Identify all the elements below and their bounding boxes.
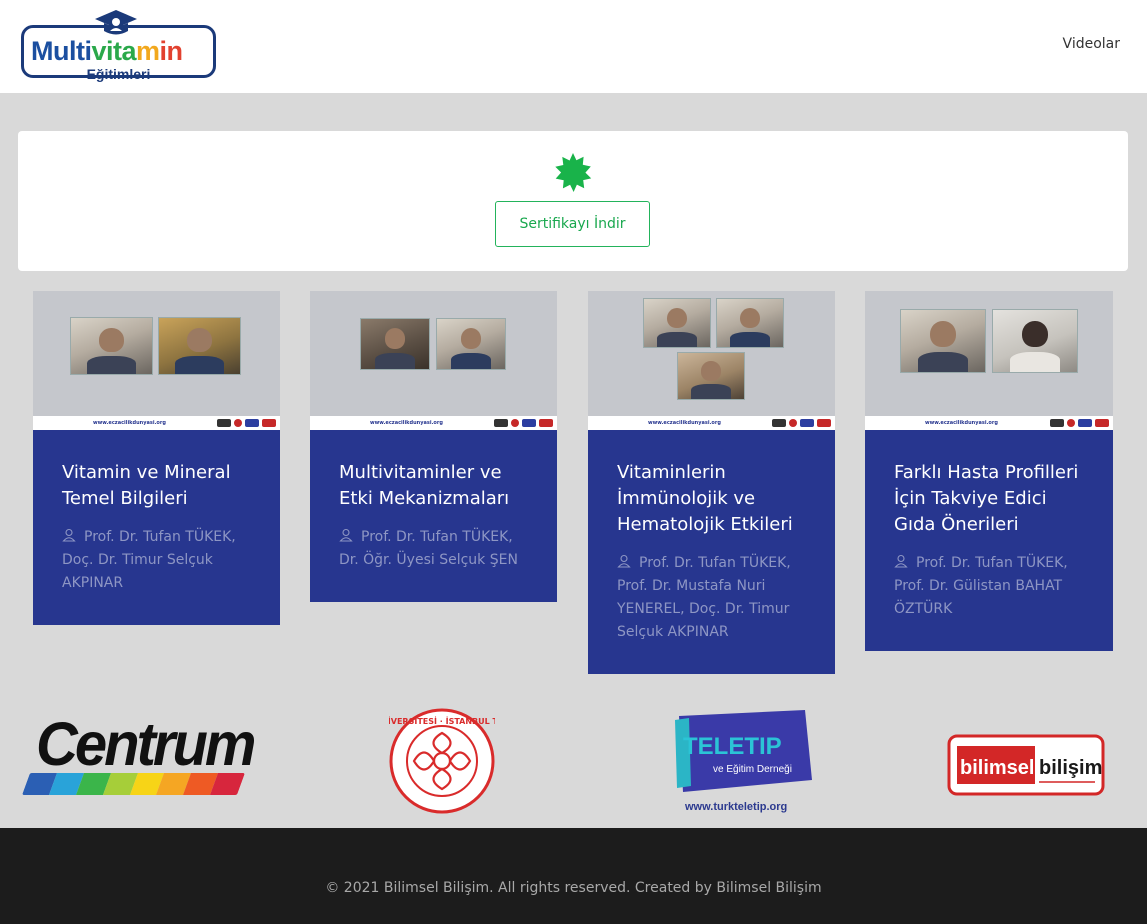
course-thumbnail: www.eczacilikdunyasi.org <box>310 291 557 430</box>
teletip-subtitle: ve Eğitim Derneği <box>713 764 792 775</box>
thumbnail-site-text: www.eczacilikdunyasi.org <box>370 420 443 426</box>
course-card-body: Vitamin ve Mineral Temel Bilgileri Prof.… <box>33 430 280 625</box>
teletip-badge: TELETIP ve Eğitim Derneği www.turkteleti… <box>675 710 812 813</box>
speakers-text: Prof. Dr. Tufan TÜKEK, Prof. Dr. Gülista… <box>894 555 1068 617</box>
graduation-cap-icon <box>95 10 137 35</box>
bilisim-text: bilişim <box>1039 757 1102 779</box>
logo-subtitle: Eğitimleri <box>86 66 151 82</box>
course-speakers: Prof. Dr. Tufan TÜKEK, Doç. Dr. Timur Se… <box>62 526 251 595</box>
nav-videolar-link[interactable]: Videolar <box>1063 36 1120 52</box>
course-card[interactable]: www.eczacilikdunyasi.org Vitaminlerin İm… <box>588 291 835 674</box>
video-participant <box>360 318 430 370</box>
bilimsel-bilisim-badge: bilimsel bilişim <box>947 734 1105 796</box>
thumbnail-partner-logos <box>494 419 553 427</box>
thumbnail-partner-logos <box>217 419 276 427</box>
course-card-body: Multivitaminler ve Etki Mekanizmaları Pr… <box>310 430 557 602</box>
course-title: Vitaminlerin İmmünolojik ve Hematolojik … <box>617 462 793 535</box>
thumbnail-site-text: www.eczacilikdunyasi.org <box>648 420 721 426</box>
thumbnail-site-text: www.eczacilikdunyasi.org <box>925 420 998 426</box>
course-thumbnail: www.eczacilikdunyasi.org <box>865 291 1113 430</box>
speakers-text: Prof. Dr. Tufan TÜKEK, Doç. Dr. Timur Se… <box>62 529 236 591</box>
user-icon <box>339 528 353 542</box>
certificate-panel: Sertifikayı İndir <box>18 131 1128 271</box>
course-speakers: Prof. Dr. Tufan TÜKEK, Prof. Dr. Mustafa… <box>617 552 806 644</box>
thumbnail-partner-logos <box>1050 419 1109 427</box>
course-speakers: Prof. Dr. Tufan TÜKEK, Dr. Öğr. Üyesi Se… <box>339 526 528 572</box>
logo-wordmark: Multivitamin <box>31 36 183 66</box>
course-card[interactable]: www.eczacilikdunyasi.org Vitamin ve Mine… <box>33 291 280 625</box>
speakers-text: Prof. Dr. Tufan TÜKEK, Dr. Öğr. Üyesi Se… <box>339 529 518 568</box>
video-participant <box>992 309 1078 373</box>
multivitamin-logo[interactable]: Multivitamin Eğitimleri <box>21 8 216 82</box>
teletip-url: www.turkteletip.org <box>684 801 787 813</box>
course-card[interactable]: www.eczacilikdunyasi.org Farklı Hasta Pr… <box>865 291 1113 651</box>
course-title: Multivitaminler ve Etki Mekanizmaları <box>339 462 510 509</box>
site-footer: © 2021 Bilimsel Bilişim. All rights rese… <box>0 828 1147 924</box>
course-speakers: Prof. Dr. Tufan TÜKEK, Prof. Dr. Gülista… <box>894 552 1084 621</box>
video-participant <box>158 317 241 375</box>
site-header: Multivitamin Eğitimleri Videolar <box>0 0 1147 93</box>
video-participant <box>716 298 784 348</box>
teletip-name: TELETIP <box>683 733 782 760</box>
istanbul-university-seal: İSTANBUL ÜNİVERSİTESİ · İSTANBUL TIP FAK… <box>389 708 495 814</box>
video-participant <box>643 298 711 348</box>
video-participant <box>677 352 745 400</box>
bilimsel-bilisim-logo: bilimsel bilişim <box>947 734 1105 796</box>
course-card-body: Vitaminlerin İmmünolojik ve Hematolojik … <box>588 430 835 674</box>
course-title: Farklı Hasta Profilleri İçin Takviye Edi… <box>894 462 1079 535</box>
video-participant <box>436 318 506 370</box>
video-participant <box>900 309 986 373</box>
user-icon <box>617 554 631 568</box>
download-certificate-button[interactable]: Sertifikayı İndir <box>495 201 650 247</box>
thumbnail-partner-logos <box>772 419 831 427</box>
course-card-body: Farklı Hasta Profilleri İçin Takviye Edi… <box>865 430 1113 651</box>
video-participant <box>70 317 153 375</box>
centrum-wordmark: Centrum <box>36 710 256 779</box>
centrum-rainbow-bar <box>21 773 246 795</box>
thumbnail-site-text: www.eczacilikdunyasi.org <box>93 420 166 426</box>
teletip-logo: TELETIP ve Eğitim Derneği www.turkteleti… <box>669 710 814 816</box>
speakers-text: Prof. Dr. Tufan TÜKEK, Prof. Dr. Mustafa… <box>617 555 791 640</box>
copyright-text: © 2021 Bilimsel Bilişim. All rights rese… <box>325 880 822 896</box>
course-title: Vitamin ve Mineral Temel Bilgileri <box>62 462 231 509</box>
course-thumbnail: www.eczacilikdunyasi.org <box>33 291 280 430</box>
badge-check-icon <box>555 153 592 192</box>
course-thumbnail: www.eczacilikdunyasi.org <box>588 291 835 430</box>
bilimsel-text: bilimsel <box>960 757 1034 779</box>
user-icon <box>894 554 908 568</box>
centrum-logo: Centrum <box>21 713 256 795</box>
course-card[interactable]: www.eczacilikdunyasi.org Multivitaminler… <box>310 291 557 602</box>
user-icon <box>62 528 76 542</box>
seal-text: İSTANBUL ÜNİVERSİTESİ · İSTANBUL TIP FAK… <box>389 716 495 726</box>
